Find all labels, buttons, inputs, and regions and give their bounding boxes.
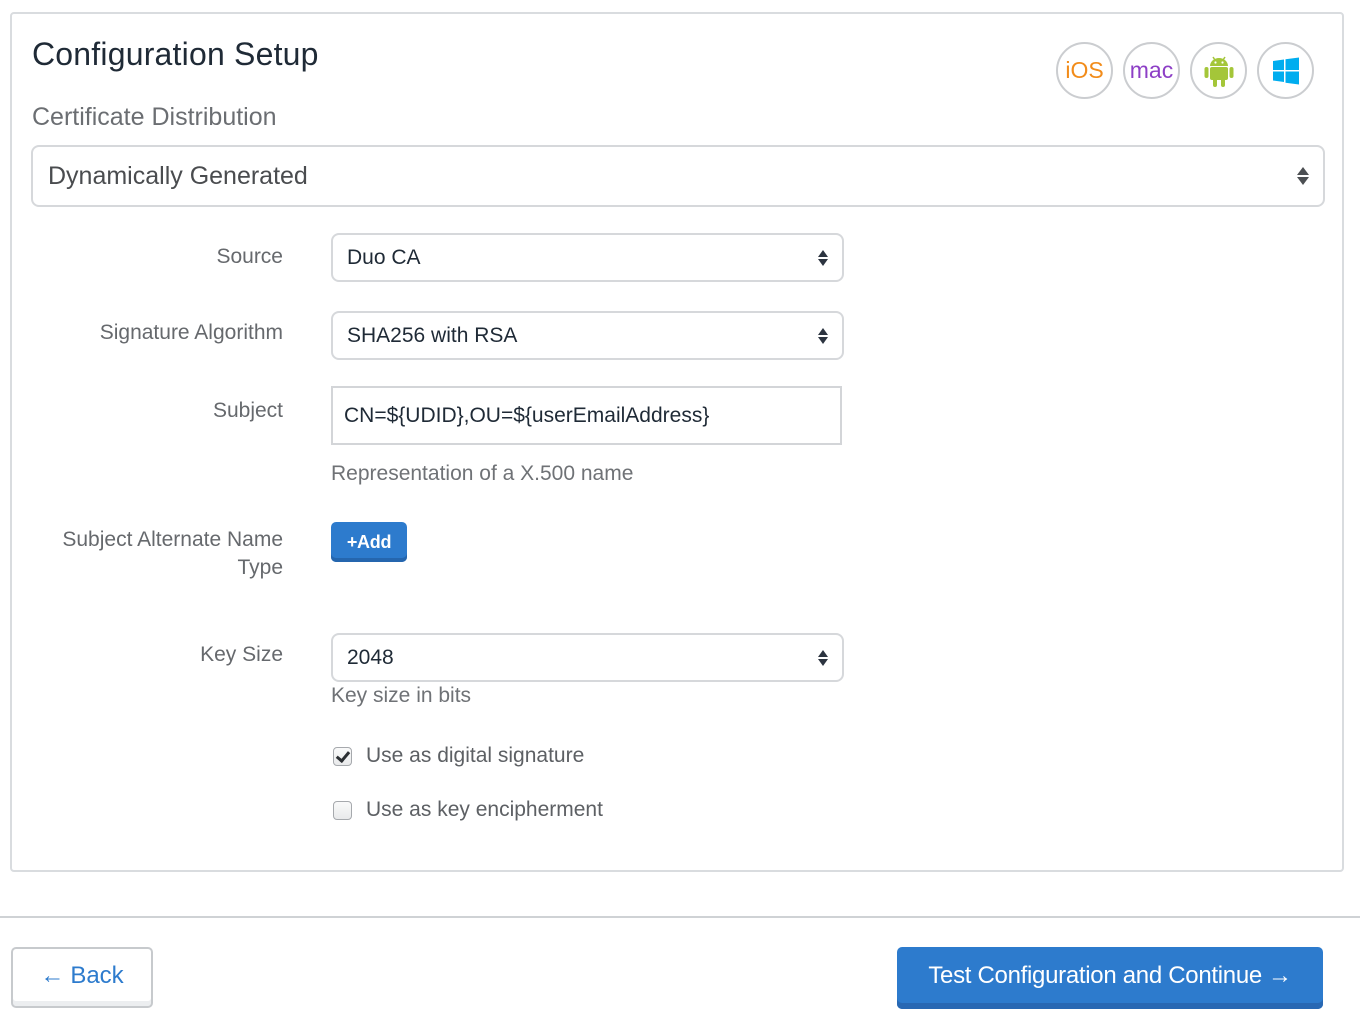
platform-icons: iOS mac xyxy=(1056,42,1314,99)
source-select[interactable]: Duo CA xyxy=(331,233,844,282)
subject-help-text: Representation of a X.500 name xyxy=(331,462,634,485)
key-size-select[interactable]: 2048 xyxy=(331,633,844,682)
digital-signature-label: Use as digital signature xyxy=(366,744,585,767)
select-arrows-icon xyxy=(818,649,828,666)
digital-signature-checkbox-row[interactable]: Use as digital signature xyxy=(333,744,584,768)
android-icon xyxy=(1190,42,1247,99)
key-encipherment-checkbox-row[interactable]: Use as key encipherment xyxy=(333,798,603,822)
key-size-value: 2048 xyxy=(347,645,394,669)
select-arrows-icon xyxy=(1297,167,1309,185)
arrow-left-icon: ← xyxy=(40,961,65,989)
source-value: Duo CA xyxy=(347,245,421,269)
back-button-label: Back xyxy=(70,961,124,989)
subject-label: Subject xyxy=(212,399,283,422)
ios-icon: iOS xyxy=(1056,42,1113,99)
select-arrows-icon xyxy=(818,327,828,344)
next-button-label: Test Configuration and Continue xyxy=(928,961,1262,989)
certificate-distribution-select[interactable]: Dynamically Generated xyxy=(31,145,1325,207)
subject-input[interactable] xyxy=(331,386,842,445)
source-label: Source xyxy=(216,245,283,268)
arrow-right-icon: → xyxy=(1267,961,1292,989)
san-label-line2: Type xyxy=(237,556,283,579)
ios-label: iOS xyxy=(1065,57,1104,83)
subject-alternate-name-type-label: Subject Alternate Name Type xyxy=(62,526,283,582)
configuration-panel: Configuration Setup Certificate Distribu… xyxy=(10,12,1344,872)
test-configuration-continue-button[interactable]: Test Configuration and Continue → xyxy=(897,947,1323,1009)
select-arrows-icon xyxy=(818,249,828,266)
key-size-label: Key Size xyxy=(200,643,283,666)
signature-algorithm-value: SHA256 with RSA xyxy=(347,323,518,347)
signature-algorithm-select[interactable]: SHA256 with RSA xyxy=(331,311,844,360)
footer-divider xyxy=(0,916,1360,918)
add-san-button[interactable]: +Add xyxy=(331,522,407,562)
key-encipherment-checkbox[interactable] xyxy=(333,800,352,820)
back-button[interactable]: ← Back xyxy=(11,947,153,1008)
san-label-line1: Subject Alternate Name xyxy=(62,528,283,551)
certificate-distribution-label: Certificate Distribution xyxy=(32,103,277,131)
signature-algorithm-label: Signature Algorithm xyxy=(99,321,283,344)
key-size-help-text: Key size in bits xyxy=(331,684,472,707)
mac-icon: mac xyxy=(1123,42,1180,99)
key-encipherment-label: Use as key encipherment xyxy=(366,798,603,821)
certificate-distribution-value: Dynamically Generated xyxy=(48,161,308,190)
windows-icon xyxy=(1257,42,1314,99)
mac-label: mac xyxy=(1129,57,1174,83)
page-title: Configuration Setup xyxy=(32,36,319,72)
digital-signature-checkbox[interactable] xyxy=(333,746,352,766)
